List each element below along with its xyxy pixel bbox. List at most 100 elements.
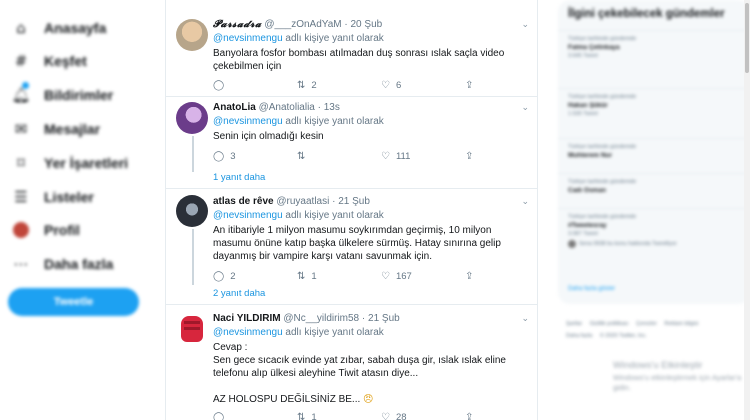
reply-button[interactable]: ◯ 3 xyxy=(213,149,297,163)
watermark-subtitle: Windows'u etkinleştirmek için Ayarlar'a … xyxy=(613,373,742,392)
show-more-trends-link[interactable]: Daha fazla göster xyxy=(568,286,615,292)
trend-context: Türkiye tarihinde gündemde xyxy=(568,144,637,150)
nav-item-messages[interactable]: ✉ Mesajlar xyxy=(12,114,100,144)
caret-down-icon[interactable]: ⌄ xyxy=(521,18,529,31)
profile-avatar xyxy=(12,221,30,239)
tweet-reply[interactable]: Naci YILDIRIM @Nc__yildirim58 · 21 Şub ⌄… xyxy=(166,305,537,420)
share-button[interactable]: ⇪ xyxy=(465,410,495,420)
scrollbar[interactable] xyxy=(744,0,750,420)
retweet-button[interactable]: ⇅ 1 xyxy=(297,269,381,283)
retweet-icon: ⇅ xyxy=(297,79,306,91)
nav-item-home[interactable]: ⌂ Anasayfa xyxy=(12,13,106,43)
nav-item-lists[interactable]: ☰ Listeler xyxy=(12,182,94,212)
trend-name: #Tweetesray xyxy=(568,222,607,229)
trend-item[interactable]: Türkiye tarihinde gündemde Muhterem Nur xyxy=(558,138,750,170)
tweet-text: Senin için olmadığı kesin xyxy=(213,131,324,142)
timestamp[interactable]: · 13s xyxy=(318,102,340,113)
reply-count: 3 xyxy=(230,150,236,162)
avatar[interactable] xyxy=(176,102,208,134)
mention-link[interactable]: @nevsinmengu xyxy=(213,327,283,338)
trend-item[interactable]: Türkiye tarihinde gündemde #Tweetesray 3… xyxy=(558,208,750,270)
handle[interactable]: @Nc__yildirim58 xyxy=(283,313,359,324)
timestamp[interactable]: · 20 Şub xyxy=(344,19,382,30)
share-button[interactable]: ⇪ xyxy=(465,269,495,283)
like-button[interactable]: ♡ 167 xyxy=(381,269,465,283)
share-icon: ⇪ xyxy=(465,150,474,162)
share-icon: ⇪ xyxy=(465,411,474,420)
mention-link[interactable]: @nevsinmengu xyxy=(213,116,283,127)
handle[interactable]: @___zOnAdYaM xyxy=(264,19,341,30)
timestamp[interactable]: · 21 Şub xyxy=(332,196,370,207)
retweet-button[interactable]: ⇅ 1 xyxy=(297,410,381,420)
caret-down-icon[interactable]: ⌄ xyxy=(521,195,529,208)
trend-context: Türkiye tarihinde gündemde xyxy=(568,179,637,185)
footer-link[interactable]: Gizlilik politikası xyxy=(590,321,629,327)
show-more-replies-link[interactable]: 1 yanıt daha xyxy=(213,172,265,183)
tweet-content: 𝓟𝓪𝓻𝓼𝓪𝓭𝓻𝓪 @___zOnAdYaM · 20 Şub ⌄ @nevsin… xyxy=(213,18,529,91)
show-more-replies-link[interactable]: 2 yanıt daha xyxy=(213,288,265,299)
trend-item[interactable]: Türkiye tarihinde gündemde Cadı Osman xyxy=(558,173,750,207)
avatar[interactable] xyxy=(176,195,208,227)
nav-item-more[interactable]: ⋯ Daha fazla xyxy=(12,249,114,279)
timestamp[interactable]: · 21 Şub xyxy=(362,313,400,324)
avatar[interactable] xyxy=(176,19,208,51)
tweet-reply[interactable]: 𝓟𝓪𝓻𝓼𝓪𝓭𝓻𝓪 @___zOnAdYaM · 20 Şub ⌄ @nevsin… xyxy=(166,0,537,97)
footer-link[interactable]: Reklam bilgisi xyxy=(664,321,698,327)
trend-item[interactable]: Türkiye tarihinde gündemde Hakan Şükür 1… xyxy=(558,88,750,126)
display-name[interactable]: AnatoLia xyxy=(213,102,256,113)
reply-count: 2 xyxy=(230,270,236,282)
replying-suffix: adlı kişiye yanıt olarak xyxy=(282,116,384,127)
scrollbar-thumb[interactable] xyxy=(745,3,749,73)
nav-item-profile[interactable]: Profil xyxy=(12,215,80,245)
display-name[interactable]: Naci YILDIRIM xyxy=(213,313,281,324)
reply-button[interactable]: ◯ xyxy=(213,410,297,420)
nav-item-notifications[interactable]: 🔔︎ Bildirimler xyxy=(11,80,113,110)
sidebar-footer: Şartlar Gizlilik politikası Çerezler Rek… xyxy=(566,318,746,342)
retweet-button[interactable]: ⇅ xyxy=(297,149,381,163)
caret-down-icon[interactable]: ⌄ xyxy=(521,101,529,114)
tweet-reply[interactable]: AnatoLia @Anatolialia · 13s ⌄ @nevsinmen… xyxy=(166,97,537,189)
heart-icon: ♡ xyxy=(381,79,390,91)
trend-context: Türkiye tarihinde gündemde xyxy=(568,36,637,42)
footer-link[interactable]: Şartlar xyxy=(566,321,582,327)
reply-icon: ◯ xyxy=(213,150,225,162)
mention-link[interactable]: @nevsinmengu xyxy=(213,210,283,221)
like-button[interactable]: ♡ 111 xyxy=(381,149,465,163)
avatar[interactable] xyxy=(176,313,208,345)
reply-button[interactable]: ◯ xyxy=(213,78,297,92)
footer-link[interactable]: Daha fazla xyxy=(566,333,592,339)
share-button[interactable]: ⇪ xyxy=(465,78,495,92)
mention-link[interactable]: @nevsinmengu xyxy=(213,33,283,44)
reply-button[interactable]: ◯ 2 xyxy=(213,269,297,283)
share-button[interactable]: ⇪ xyxy=(465,149,495,163)
retweet-button[interactable]: ⇅ 2 xyxy=(297,78,381,92)
handle[interactable]: @ruyaatlasi xyxy=(276,196,329,207)
footer-link[interactable]: Çerezler xyxy=(636,321,657,327)
retweet-icon: ⇅ xyxy=(297,411,306,420)
display-name[interactable]: atlas de rêve xyxy=(213,196,274,207)
tweet-reply[interactable]: atlas de rêve @ruyaatlasi · 21 Şub ⌄ @ne… xyxy=(166,189,537,305)
mail-icon: ✉ xyxy=(14,120,28,138)
tweet-header: 𝓟𝓪𝓻𝓼𝓪𝓭𝓻𝓪 @___zOnAdYaM · 20 Şub ⌄ xyxy=(213,18,529,31)
display-name[interactable]: 𝓟𝓪𝓻𝓼𝓪𝓭𝓻𝓪 xyxy=(213,19,262,30)
caret-down-icon[interactable]: ⌄ xyxy=(521,312,529,325)
like-button[interactable]: ♡ 28 xyxy=(381,410,465,420)
tweet-button[interactable]: Tweetle xyxy=(8,288,139,316)
trend-count: 3.645 Tweet xyxy=(568,53,598,59)
replies-timeline: 𝓟𝓪𝓻𝓼𝓪𝓭𝓻𝓪 @___zOnAdYaM · 20 Şub ⌄ @nevsin… xyxy=(165,0,538,420)
handle[interactable]: @Anatolialia xyxy=(259,102,315,113)
nav-item-label: Listeler xyxy=(44,189,94,205)
right-sidebar: İlgini çekebilecek gündemler Türkiye tar… xyxy=(538,0,750,420)
trend-context: Türkiye tarihinde gündemde xyxy=(568,94,637,100)
retweet-count: 2 xyxy=(311,79,317,91)
trend-item[interactable]: Türkiye tarihinde gündemde Fatma Çetinka… xyxy=(558,30,750,68)
share-icon: ⇪ xyxy=(465,270,474,282)
trends-panel: İlgini çekebilecek gündemler Türkiye tar… xyxy=(558,0,750,304)
nav-item-explore[interactable]: # Keşfet xyxy=(12,46,87,76)
tweet-content: Naci YILDIRIM @Nc__yildirim58 · 21 Şub ⌄… xyxy=(213,312,529,420)
tweet-content: AnatoLia @Anatolialia · 13s ⌄ @nevsinmen… xyxy=(213,101,529,162)
like-button[interactable]: ♡ 6 xyxy=(381,78,465,92)
trends-title: İlgini çekebilecek gündemler xyxy=(568,8,725,20)
nav-item-bookmarks[interactable]: ⌑ Yer İşaretleri xyxy=(12,148,128,178)
thread-line xyxy=(192,136,194,172)
